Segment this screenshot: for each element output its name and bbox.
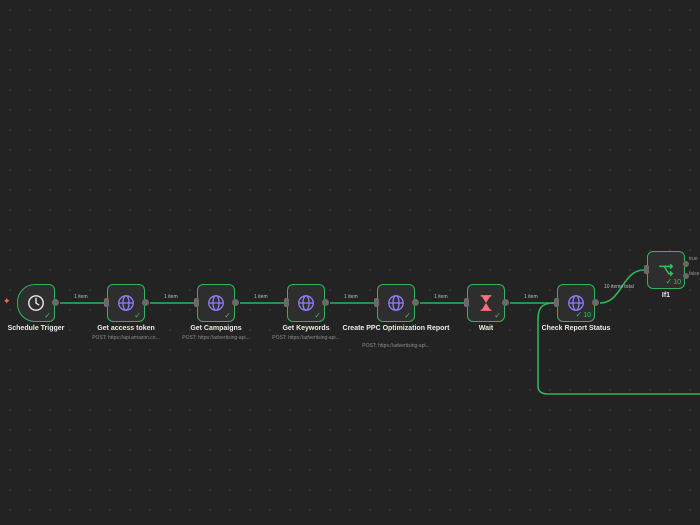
connection-label: 1 item bbox=[74, 294, 88, 300]
success-check-icon: ✓10 bbox=[665, 277, 682, 286]
item-count: 10 bbox=[673, 279, 681, 286]
connection-label: 1 item bbox=[254, 294, 268, 300]
workflow-canvas[interactable]: ✦ ✓ Schedule Trigger ✓ Get access token … bbox=[0, 0, 700, 525]
node-create-ppc-report[interactable]: ✓ bbox=[374, 284, 419, 322]
connections-layer bbox=[60, 267, 700, 395]
globe-icon bbox=[207, 294, 225, 312]
output-port[interactable] bbox=[52, 299, 59, 306]
output-port[interactable] bbox=[142, 299, 149, 306]
node-get-keywords[interactable]: ✓ bbox=[284, 284, 329, 322]
node-subtitle: POST: https://advertising-api... bbox=[272, 335, 340, 341]
success-check-icon: ✓ bbox=[314, 311, 321, 320]
output-port[interactable] bbox=[232, 299, 239, 306]
input-port[interactable] bbox=[644, 265, 649, 274]
connection-label: 1 item bbox=[434, 294, 448, 300]
node-check-report-status[interactable]: ✓10 bbox=[554, 284, 599, 322]
globe-icon bbox=[117, 294, 135, 312]
output-port[interactable] bbox=[502, 299, 509, 306]
input-port[interactable] bbox=[464, 298, 469, 307]
node-if1[interactable]: ✓10 bbox=[644, 251, 689, 289]
false-branch-label: false bbox=[689, 271, 700, 277]
node-get-access-token[interactable]: ✓ bbox=[104, 284, 149, 322]
output-port[interactable] bbox=[592, 299, 599, 306]
output-port[interactable] bbox=[322, 299, 329, 306]
globe-icon bbox=[387, 294, 405, 312]
node-wait[interactable]: ✓ bbox=[464, 284, 509, 322]
clock-icon bbox=[27, 294, 45, 312]
true-branch-label: true bbox=[689, 256, 698, 262]
item-count: 10 bbox=[583, 312, 591, 319]
connection-label: 1 item bbox=[344, 294, 358, 300]
input-port[interactable] bbox=[104, 298, 109, 307]
connection-label: 10 items total bbox=[604, 284, 634, 290]
connection-label: 1 item bbox=[164, 294, 178, 300]
hourglass-icon bbox=[478, 294, 494, 312]
connection-label: 1 item bbox=[524, 294, 538, 300]
output-port[interactable] bbox=[412, 299, 419, 306]
input-port[interactable] bbox=[284, 298, 289, 307]
success-check-icon: ✓ bbox=[404, 311, 411, 320]
node-subtitle: POST: https://advertising-api... bbox=[362, 343, 430, 349]
success-check-icon: ✓ bbox=[494, 311, 501, 320]
node-schedule-trigger[interactable]: ✓ bbox=[17, 284, 59, 322]
node-title: If1 bbox=[661, 292, 671, 299]
success-check-icon: ✓ bbox=[44, 311, 51, 320]
input-port[interactable] bbox=[374, 298, 379, 307]
trigger-bolt-icon: ✦ bbox=[3, 296, 11, 306]
globe-icon bbox=[297, 294, 315, 312]
node-get-campaigns[interactable]: ✓ bbox=[194, 284, 239, 322]
input-port[interactable] bbox=[554, 298, 559, 307]
success-check-icon: ✓ bbox=[224, 311, 231, 320]
input-port[interactable] bbox=[194, 298, 199, 307]
success-check-icon: ✓10 bbox=[575, 310, 592, 319]
success-check-icon: ✓ bbox=[134, 311, 141, 320]
node-title: Check Report Status bbox=[541, 325, 611, 332]
